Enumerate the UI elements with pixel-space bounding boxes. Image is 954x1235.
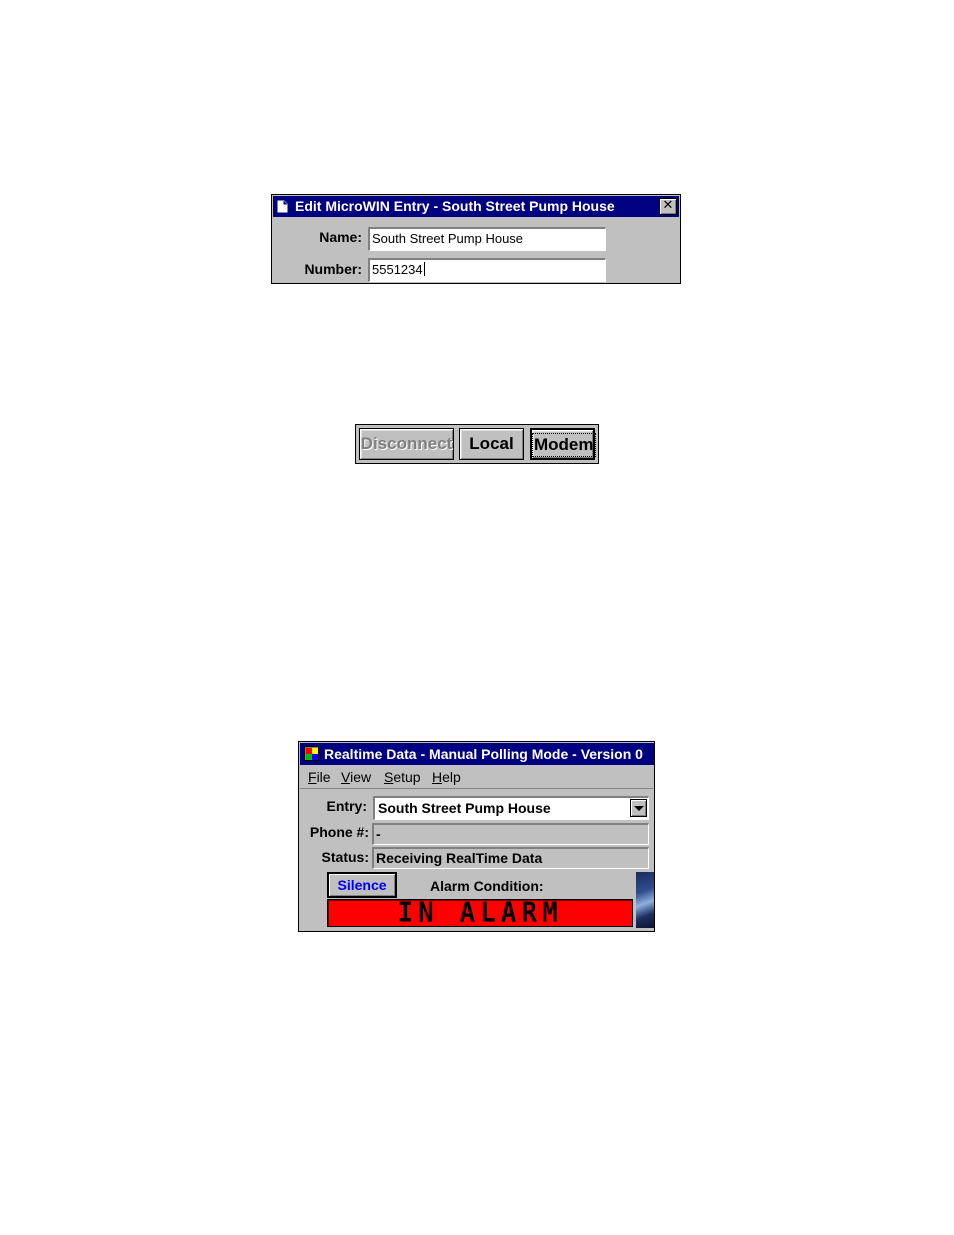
document-icon <box>277 200 288 213</box>
edit-dialog-titlebar[interactable]: Edit MicroWIN Entry - South Street Pump … <box>273 196 679 217</box>
alarm-condition-label: Alarm Condition: <box>430 878 544 894</box>
menu-help[interactable]: Help <box>432 769 461 785</box>
edit-dialog-title: Edit MicroWIN Entry - South Street Pump … <box>295 198 615 214</box>
menu-setup[interactable]: Setup <box>384 769 421 785</box>
entry-label: Entry: <box>326 798 367 814</box>
modem-button[interactable]: Modem <box>530 428 596 460</box>
menu-file[interactable]: File <box>308 769 331 785</box>
number-input[interactable]: 5551234 <box>368 258 606 282</box>
silence-button[interactable]: Silence <box>327 872 397 898</box>
phone-label: Phone #: <box>309 824 369 840</box>
phone-value: - <box>376 826 381 842</box>
entry-dropdown-value: South Street Pump House <box>378 800 551 816</box>
close-icon: ✕ <box>662 198 674 213</box>
decorative-image <box>636 872 654 928</box>
number-label: Number: <box>304 261 362 277</box>
connection-toolbar: Disconnect Local Modem <box>355 424 599 464</box>
menu-bar: File View Setup Help <box>300 766 653 789</box>
realtime-titlebar[interactable]: Realtime Data - Manual Polling Mode - Ve… <box>300 743 654 765</box>
local-button[interactable]: Local <box>459 428 524 460</box>
chevron-down-icon[interactable] <box>630 799 647 817</box>
alarm-status-text: IN ALARM <box>397 897 563 929</box>
modem-button-label: Modem <box>532 433 596 457</box>
alarm-status-display: IN ALARM <box>327 899 633 927</box>
phone-field: - <box>372 823 649 845</box>
realtime-title: Realtime Data - Manual Polling Mode - Ve… <box>324 746 643 762</box>
disconnect-button[interactable]: Disconnect <box>359 428 454 460</box>
status-field: Receiving RealTime Data <box>372 847 649 869</box>
text-caret <box>423 262 425 276</box>
name-input[interactable]: South Street Pump House <box>368 227 606 251</box>
number-input-value: 5551234 <box>372 262 423 277</box>
name-input-value: South Street Pump House <box>372 231 524 246</box>
status-value: Receiving RealTime Data <box>376 850 543 866</box>
edit-entry-dialog: Edit MicroWIN Entry - South Street Pump … <box>271 194 681 284</box>
realtime-data-window: Realtime Data - Manual Polling Mode - Ve… <box>298 741 655 932</box>
menu-view[interactable]: View <box>341 769 371 785</box>
app-grid-icon <box>304 746 319 761</box>
name-label: Name: <box>319 229 362 245</box>
entry-dropdown[interactable]: South Street Pump House <box>373 796 649 820</box>
close-button[interactable]: ✕ <box>659 198 677 215</box>
status-label: Status: <box>321 849 369 865</box>
